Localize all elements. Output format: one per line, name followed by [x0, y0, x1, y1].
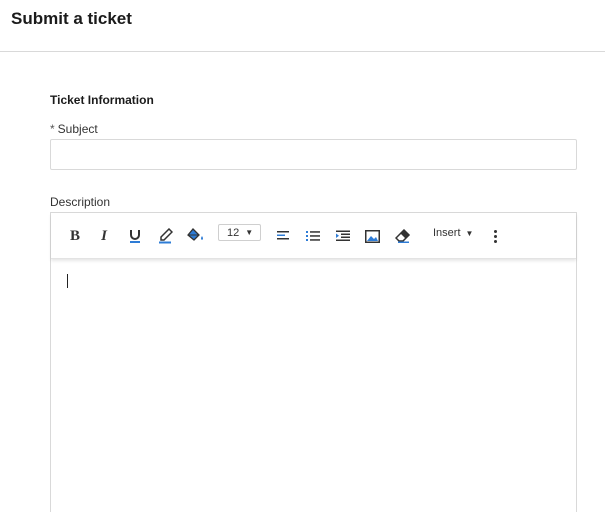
font-size-dropdown[interactable]: 12 ▼ — [218, 224, 261, 241]
insert-label: Insert — [433, 227, 461, 239]
subject-input[interactable] — [50, 139, 577, 170]
chevron-down-icon: ▼ — [245, 228, 254, 237]
italic-button[interactable]: I — [97, 225, 111, 247]
subject-label: * Subject — [50, 122, 98, 136]
description-editor: B I 12 ▼ Insert ▼ — [50, 212, 577, 512]
required-marker: * — [50, 122, 55, 136]
image-icon[interactable] — [364, 225, 380, 247]
page-title: Submit a ticket — [11, 9, 132, 28]
text-cursor — [67, 274, 68, 288]
section-title: Ticket Information — [50, 93, 154, 107]
more-options-icon[interactable] — [490, 225, 500, 247]
clear-formatting-icon[interactable] — [395, 225, 411, 247]
insert-dropdown[interactable]: Insert ▼ — [433, 227, 473, 239]
editor-toolbar: B I 12 ▼ Insert ▼ — [51, 213, 576, 259]
description-textarea[interactable] — [51, 260, 576, 513]
text-color-icon[interactable] — [157, 225, 173, 247]
background-color-icon[interactable] — [185, 225, 205, 247]
font-size-value: 12 — [227, 226, 240, 239]
page-header: Submit a ticket — [0, 0, 605, 52]
subject-label-text: Subject — [57, 122, 98, 136]
indent-icon[interactable] — [335, 225, 350, 247]
bold-button[interactable]: B — [68, 225, 82, 247]
chevron-down-icon: ▼ — [465, 228, 474, 238]
align-left-icon[interactable] — [276, 225, 290, 247]
underline-icon[interactable] — [127, 225, 143, 247]
bulleted-list-icon[interactable] — [305, 225, 320, 247]
description-label: Description — [50, 195, 111, 209]
